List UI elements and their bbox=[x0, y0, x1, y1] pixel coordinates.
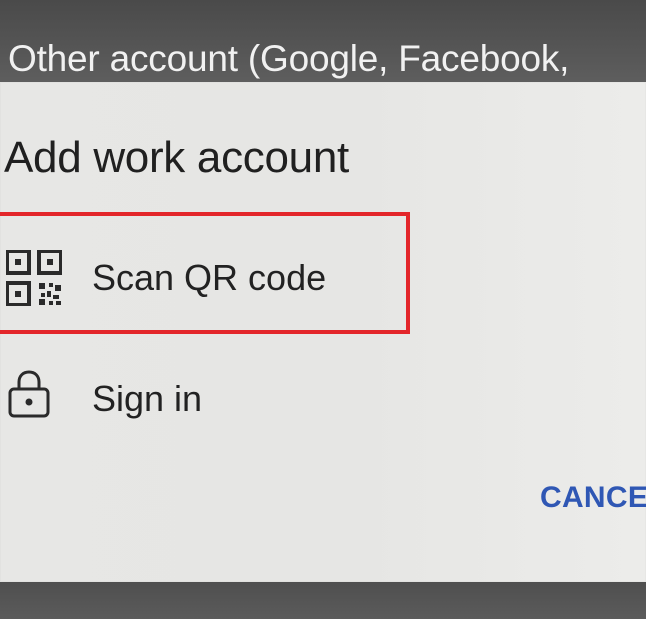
sign-in-option[interactable]: Sign in bbox=[0, 357, 420, 435]
background-option-label: Other account (Google, Facebook, bbox=[8, 38, 570, 79]
add-work-account-dialog: Add work account Scan QR code Sign in CA… bbox=[0, 82, 646, 582]
background-account-list: Other account (Google, Facebook, bbox=[0, 0, 646, 86]
bottom-shadow-area bbox=[0, 582, 646, 619]
lock-icon bbox=[8, 370, 50, 418]
dialog-title: Add work account bbox=[4, 133, 349, 182]
scan-qr-code-label: Scan QR code bbox=[92, 257, 327, 298]
sign-in-label: Sign in bbox=[92, 378, 203, 419]
qr-code-icon bbox=[6, 250, 62, 306]
cancel-button[interactable]: CANCE bbox=[540, 483, 646, 513]
scan-qr-code-option[interactable]: Scan QR code bbox=[0, 234, 420, 312]
phone-screen: Other account (Google, Facebook, Add wor… bbox=[0, 0, 646, 619]
